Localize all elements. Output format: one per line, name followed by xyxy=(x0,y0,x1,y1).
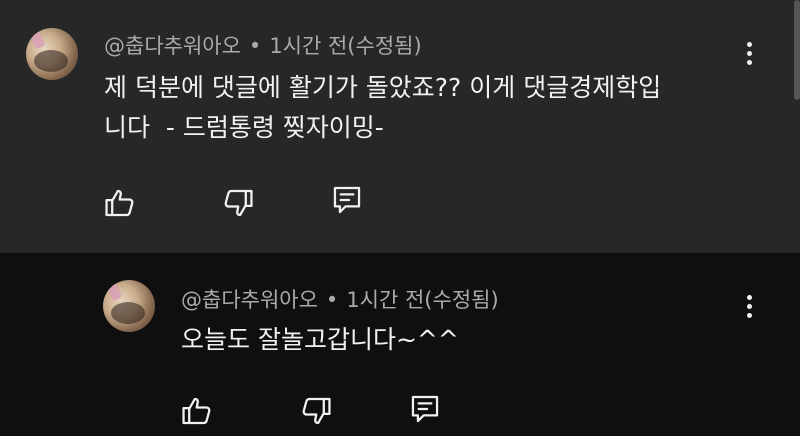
more-actions-button[interactable] xyxy=(738,39,762,69)
author-name[interactable]: @춥다추워아오 xyxy=(181,288,318,312)
meta-separator: • xyxy=(248,34,262,58)
comment-thread-top: @춥다추워아오 • 1시간 전(수정됨) 제 덕분에 댓글에 활기가 돌았죠?? 이… xyxy=(0,0,800,253)
dislike-button[interactable] xyxy=(221,186,255,220)
thumbs-down-icon xyxy=(224,189,253,217)
comment-reply: @춥다추워아오 • 1시간 전(수정됨) 오늘도 잘놀고갑니다~^^ xyxy=(0,253,800,436)
avatar[interactable] xyxy=(103,280,155,332)
comment-icon xyxy=(411,395,439,423)
comment-meta: @춥다추워아오 • 1시간 전(수정됨) xyxy=(104,30,422,60)
dislike-button[interactable] xyxy=(299,394,333,428)
thumbs-down-icon xyxy=(302,397,331,425)
reply-text: 오늘도 잘놀고갑니다~^^ xyxy=(181,325,459,354)
thumbs-up-icon xyxy=(182,397,211,425)
avatar[interactable] xyxy=(26,28,78,80)
comment-icon xyxy=(333,186,361,214)
comment-text: 제 덕분에 댓글에 활기가 돌았죠?? 이게 댓글경제학입 니다 - 드럼통령 … xyxy=(104,73,662,142)
scrollbar[interactable] xyxy=(794,0,800,100)
meta-separator: • xyxy=(325,288,339,312)
reply-meta: @춥다추워아오 • 1시간 전(수정됨) xyxy=(181,284,499,314)
reply-button[interactable] xyxy=(330,183,364,217)
author-name[interactable]: @춥다추워아오 xyxy=(104,34,241,58)
more-vertical-icon xyxy=(747,42,752,47)
more-vertical-icon xyxy=(747,295,752,300)
reply-button[interactable] xyxy=(408,392,442,426)
like-button[interactable] xyxy=(103,186,137,220)
timestamp[interactable]: 1시간 전(수정됨) xyxy=(269,34,421,58)
like-button[interactable] xyxy=(180,394,214,428)
thumbs-up-icon xyxy=(105,189,134,217)
more-actions-button[interactable] xyxy=(738,292,762,322)
timestamp[interactable]: 1시간 전(수정됨) xyxy=(346,288,498,312)
